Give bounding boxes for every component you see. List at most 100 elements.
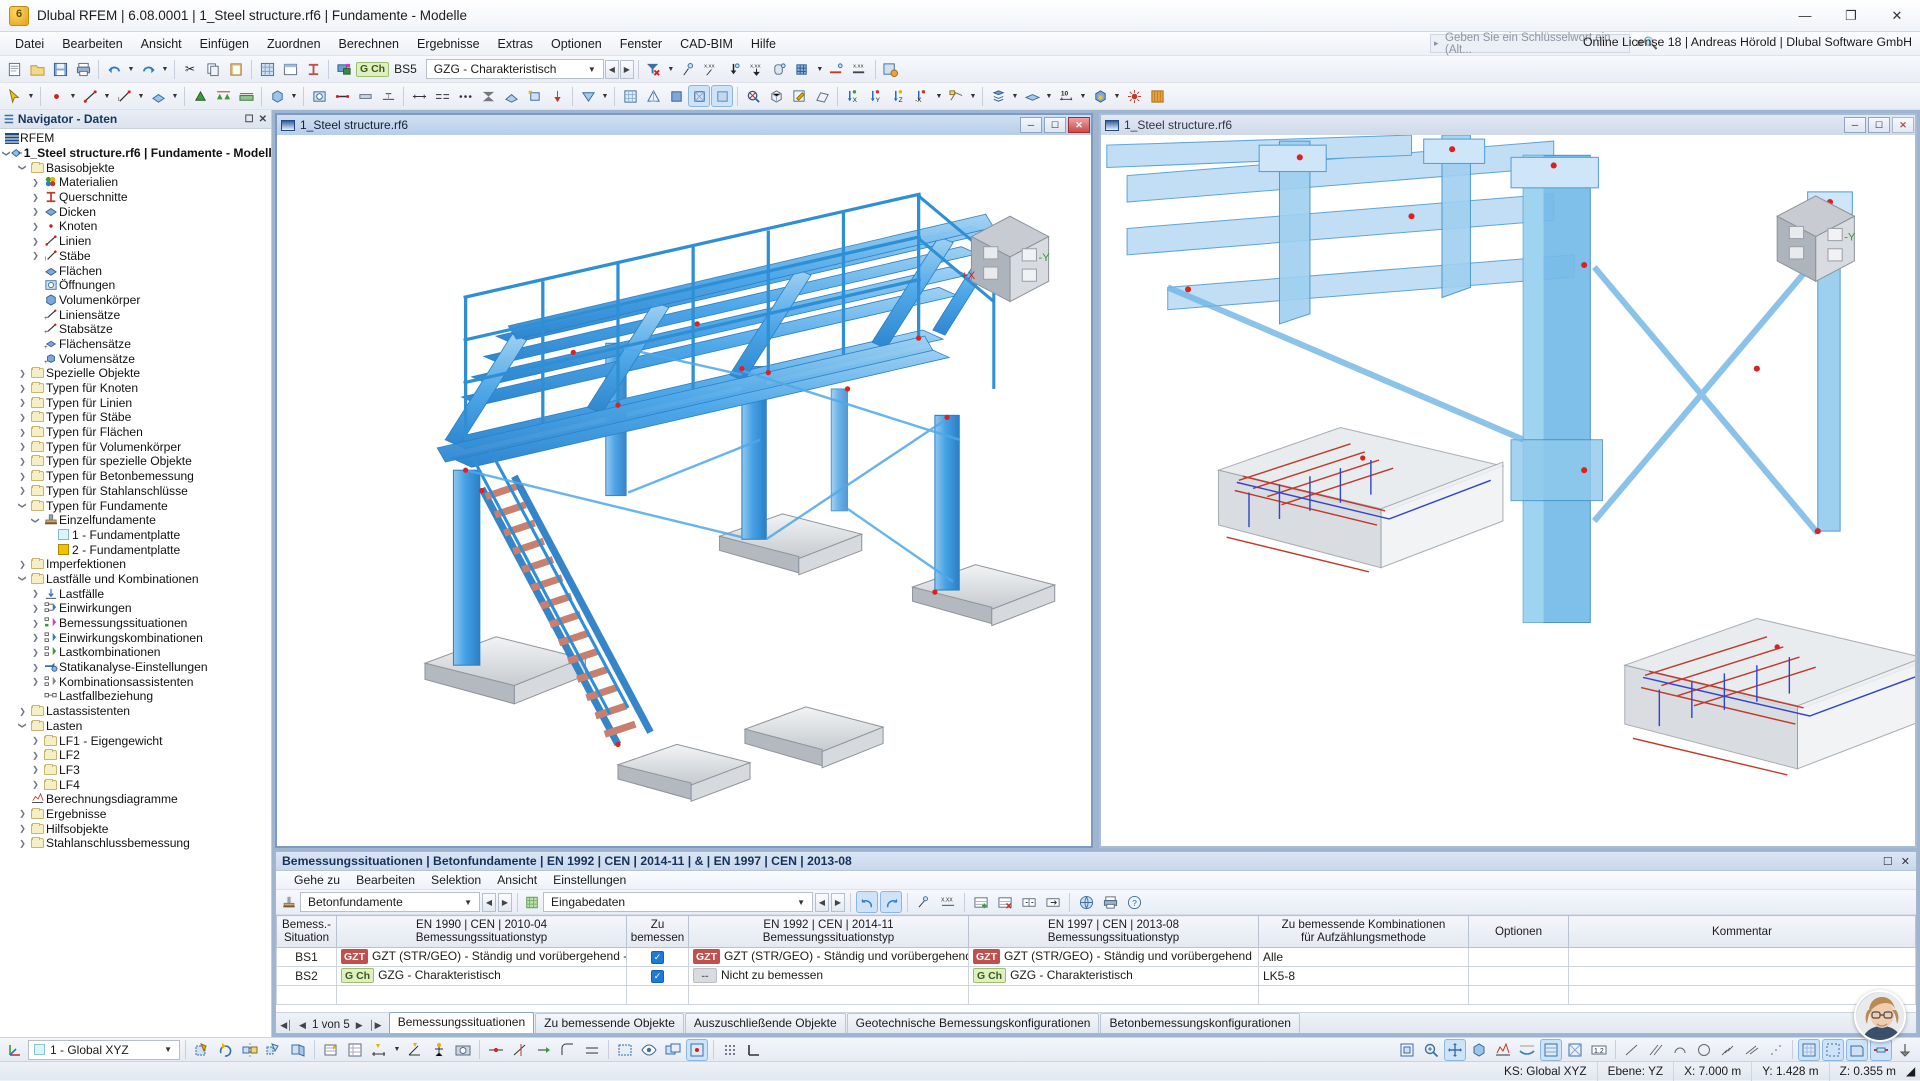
tree-item[interactable]: 1 - Fundamentplatte (0, 528, 271, 543)
select-arrow-icon[interactable] (3, 85, 25, 107)
chevron-right-icon[interactable] (29, 589, 42, 598)
table-tab[interactable]: Betonbemessungskonfigurationen (1100, 1013, 1299, 1033)
object-prev-button[interactable]: ◀ (482, 893, 496, 912)
undo-table-icon[interactable] (856, 891, 878, 913)
plane-icon[interactable] (500, 85, 522, 107)
member-load-value-icon[interactable]: X.XX (746, 58, 768, 80)
tree-item[interactable]: Typen für Volumenkörper (0, 439, 271, 454)
chevron-down-icon[interactable]: ▼ (159, 1045, 177, 1054)
delete-row-icon[interactable] (994, 891, 1016, 913)
support-nodal-icon[interactable] (189, 85, 211, 107)
chevron-right-icon[interactable] (29, 193, 42, 202)
surface-caret[interactable]: ▼ (170, 85, 180, 107)
select-caret[interactable]: ▼ (26, 85, 36, 107)
chevron-right-icon[interactable] (16, 398, 29, 407)
table-cell[interactable] (627, 985, 689, 1004)
tp-menu-ansicht[interactable]: Ansicht (489, 871, 545, 889)
undo-dropdown-caret[interactable]: ▼ (126, 58, 136, 80)
view-1-minimize[interactable]: ─ (1020, 117, 1042, 133)
chevron-down-icon[interactable] (29, 516, 42, 525)
measure-angle-icon[interactable] (404, 1039, 426, 1061)
table-tab[interactable]: Zu bemessende Objekte (535, 1013, 684, 1033)
paste-icon[interactable] (225, 58, 247, 80)
arrow-lines-icon[interactable] (1741, 1039, 1763, 1061)
chevron-right-icon[interactable] (29, 677, 42, 686)
model-grid-icon[interactable] (256, 58, 278, 80)
tree-item[interactable]: 1_Steel structure.rf6 | Fundamente - Mod… (0, 146, 271, 161)
tree-item[interactable]: Knoten (0, 219, 271, 234)
spray-icon[interactable] (1717, 1039, 1739, 1061)
redo-dropdown-caret[interactable]: ▼ (160, 58, 170, 80)
zu-bemessen-checkbox[interactable]: ✓ (651, 970, 664, 983)
texture-caret[interactable]: ▼ (1112, 85, 1122, 107)
tree-item[interactable]: Berechnungsdiagramme (0, 792, 271, 807)
design-situations-table-wrapper[interactable]: Bemess.- Situation EN 1990 | CEN | 2010-… (276, 915, 1916, 1012)
object-next-button[interactable]: ▶ (498, 893, 512, 912)
highlight-icon[interactable] (523, 85, 545, 107)
save-icon[interactable] (49, 58, 71, 80)
chevron-right-icon[interactable] (29, 648, 42, 657)
node-load-value-icon[interactable]: X.XX (700, 58, 722, 80)
offset-icon[interactable] (581, 1039, 603, 1061)
view-2-canvas[interactable]: -Y (1101, 135, 1915, 846)
tree-item[interactable]: IStäbe (0, 249, 271, 264)
tp-menu-einstellungen[interactable]: Einstellungen (545, 871, 634, 889)
layers-caret[interactable]: ▼ (1010, 85, 1020, 107)
tree-item[interactable]: Lasten (0, 719, 271, 734)
tree-item[interactable]: Öffnungen (0, 278, 271, 293)
ortho-icon[interactable] (743, 1039, 765, 1061)
table-cell[interactable] (1469, 966, 1569, 985)
circle-icon[interactable] (1693, 1039, 1715, 1061)
scale-icon[interactable] (477, 85, 499, 107)
move-copy-icon[interactable] (191, 1039, 213, 1061)
tree-item[interactable]: +Flächensätze (0, 337, 271, 352)
tree-item[interactable]: Typen für spezielle Objekte (0, 454, 271, 469)
member-load-icon[interactable] (723, 58, 745, 80)
tp-menu-gehe-zu[interactable]: Gehe zu (286, 871, 348, 889)
table-cell[interactable] (1569, 947, 1916, 966)
fillet-icon[interactable] (557, 1039, 579, 1061)
tree-item[interactable]: Hilfsobjekte (0, 821, 271, 836)
results-diagram-icon[interactable] (1492, 1039, 1514, 1061)
resize-grip[interactable]: ◢ (1906, 1064, 1920, 1078)
solid-load-icon[interactable] (792, 58, 814, 80)
menu-datei[interactable]: Datei (6, 34, 53, 54)
isosurface-icon[interactable] (1564, 1039, 1586, 1061)
scale-caret[interactable]: ▼ (1078, 85, 1088, 107)
chevron-right-icon[interactable] (29, 663, 42, 672)
tree-item[interactable]: Stahlanschlussbemessung (0, 836, 271, 851)
chevron-right-icon[interactable] (16, 707, 29, 716)
measure-tool-icon[interactable] (1621, 1039, 1643, 1061)
menu-zuordnen[interactable]: Zuordnen (258, 34, 330, 54)
dim-two-icon[interactable] (431, 85, 453, 107)
extend-icon[interactable] (533, 1039, 555, 1061)
th-en1997[interactable]: EN 1997 | CEN | 2013-08 Bemessungssituat… (969, 916, 1259, 948)
checkbox-cell[interactable]: ✓ (627, 966, 689, 985)
tree-item[interactable]: Typen für Stahlanschlüsse (0, 484, 271, 499)
node-caret[interactable]: ▼ (68, 85, 78, 107)
view-y-icon[interactable]: Y (865, 85, 887, 107)
tree-item[interactable]: +Liniensätze (0, 307, 271, 322)
loadcase-select-icon[interactable] (333, 58, 355, 80)
divide-line-icon[interactable] (485, 1039, 507, 1061)
render-mode-icon[interactable] (1468, 1039, 1490, 1061)
menu-einfuegen[interactable]: Einfügen (191, 34, 258, 54)
chevron-right-icon[interactable] (16, 472, 29, 481)
table-cell[interactable] (689, 985, 969, 1004)
tree-item[interactable]: LF2 (0, 748, 271, 763)
support-line-icon[interactable] (212, 85, 234, 107)
view-free-icon[interactable] (945, 85, 967, 107)
chevron-right-icon[interactable] (29, 780, 42, 789)
table-cell[interactable]: GZTGZT (STR/GEO) - Ständig und vorüberge… (689, 947, 969, 966)
menu-fenster[interactable]: Fenster (611, 34, 671, 54)
chevron-right-icon[interactable] (29, 751, 42, 760)
node-load-icon[interactable] (677, 58, 699, 80)
tree-item[interactable]: Lastfälle (0, 586, 271, 601)
chevron-right-icon[interactable] (16, 839, 29, 848)
visibility-group-icon[interactable] (662, 1039, 684, 1061)
redo-icon[interactable] (137, 58, 159, 80)
mesh-icon[interactable] (619, 85, 641, 107)
result-value-icon[interactable]: 1.2 (1588, 1039, 1610, 1061)
table-panel-close-icon[interactable]: ✕ (1901, 855, 1910, 868)
view-perspective-icon[interactable] (811, 85, 833, 107)
